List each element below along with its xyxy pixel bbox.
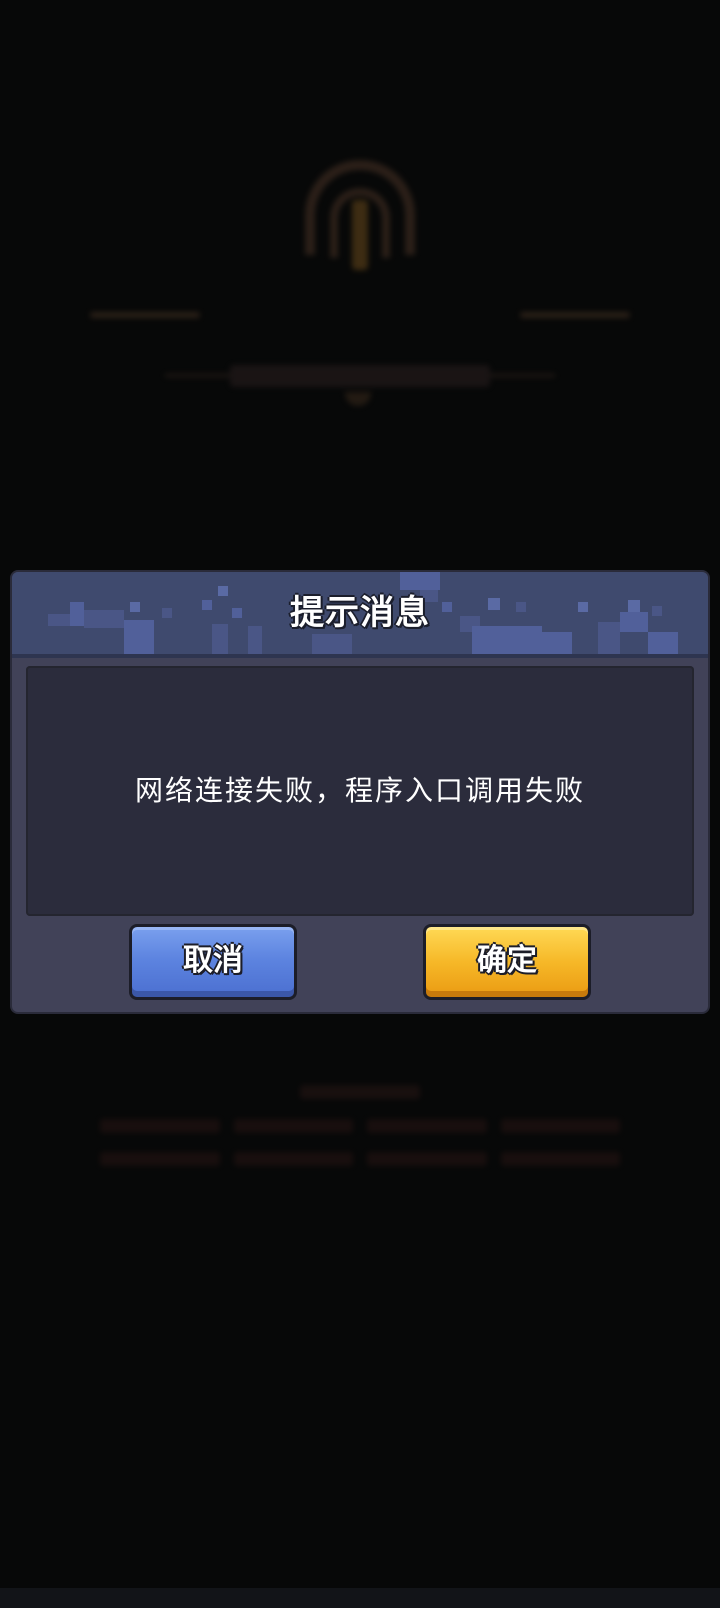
cancel-button[interactable]: 取消: [129, 924, 297, 1000]
footer-row: [100, 1119, 620, 1133]
logo-pin-icon: [352, 200, 368, 270]
logo-wing-left: [90, 312, 200, 318]
alert-dialog: 提示消息 网络连接失败，程序入口调用失败 取消 确定: [12, 572, 708, 1012]
game-logo: [90, 160, 630, 420]
logo-drop-icon: [345, 392, 371, 406]
footer-row: [100, 1152, 620, 1166]
dialog-message: 网络连接失败，程序入口调用失败: [134, 774, 585, 807]
footer-title-blurred: [300, 1085, 420, 1099]
system-navigation-bar: [0, 1588, 720, 1608]
logo-subtitle-plate: [230, 365, 490, 387]
dialog-header: 提示消息: [12, 572, 708, 658]
dialog-title: 提示消息: [290, 593, 430, 633]
dialog-content-panel: 网络连接失败，程序入口调用失败: [26, 666, 694, 916]
confirm-button[interactable]: 确定: [423, 924, 591, 1000]
logo-wing-right: [520, 312, 630, 318]
footer-notice-blurred: [100, 1075, 620, 1295]
